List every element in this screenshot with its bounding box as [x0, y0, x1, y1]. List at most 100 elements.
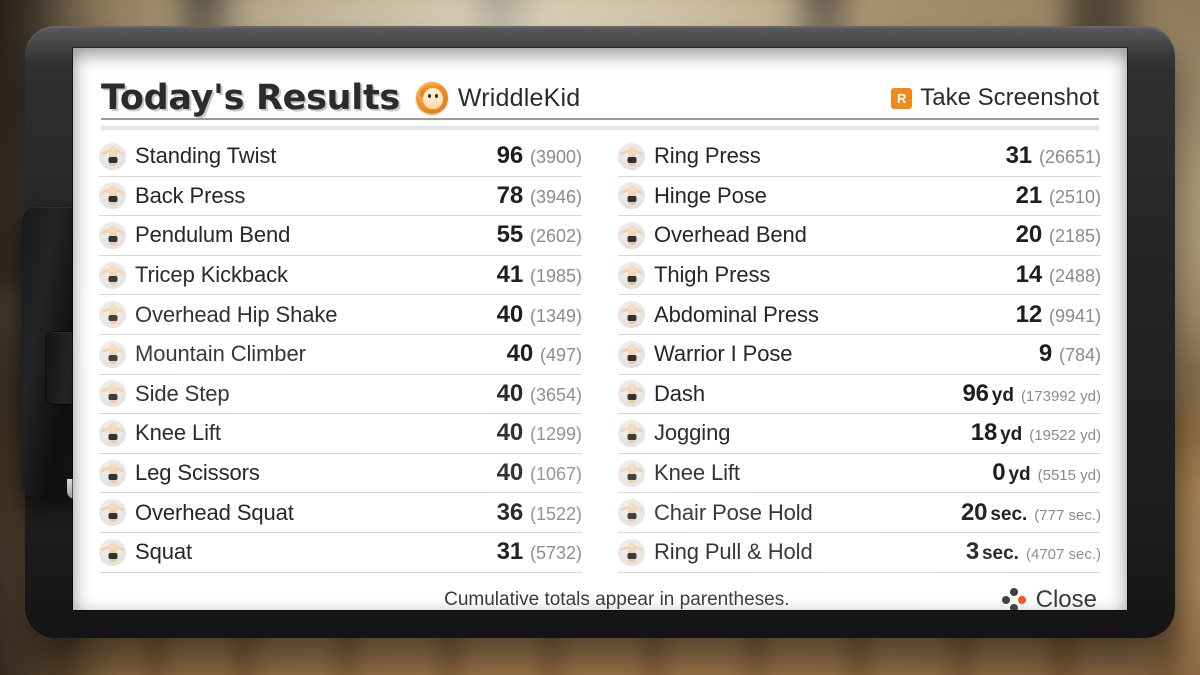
screen-header: Today's Results WriddleKid R Take Screen… [99, 48, 1101, 116]
exercise-name: Back Press [135, 182, 246, 208]
exercise-values: 18 yd (19522 yd) [971, 419, 1101, 447]
exercise-row: Standing Twist 96 (3900) [99, 137, 582, 177]
exercise-values: 40 (3654) [497, 380, 582, 408]
exercise-name: Dash [654, 380, 705, 406]
thumb-shorts [108, 156, 117, 163]
thumb-shorts [627, 433, 636, 440]
exercise-cumulative-total: (2510) [1048, 186, 1101, 207]
exercise-thumb-icon [99, 142, 126, 170]
user-avatar-icon [415, 82, 448, 114]
thumb-shorts [627, 394, 636, 401]
exercise-row: Side Step 40 (3654) [99, 375, 582, 415]
exercise-row: Mountain Climber 40 (497) [99, 335, 582, 375]
close-button[interactable]: Close [1001, 586, 1097, 610]
r-button-icon: R [891, 87, 913, 109]
footer-row: Cumulative totals appear in parentheses.… [99, 579, 1101, 610]
exercise-value: 12 [1015, 300, 1042, 328]
exercise-value: 3 [965, 538, 979, 566]
abxy-dot-a-highlight [1017, 595, 1026, 604]
exercise-value: 40 [506, 340, 533, 368]
exercise-name: Hinge Pose [654, 182, 767, 208]
results-column-left: Standing Twist 96 (3900) Back Press 78 (3946)… [99, 137, 600, 573]
exercise-cumulative-total: (4707 sec.) [1025, 546, 1101, 564]
thumb-shorts [627, 275, 636, 282]
exercise-row: Squat 31 (5732) [99, 533, 582, 573]
exercise-values: 36 (1522) [497, 499, 582, 527]
exercise-row: Warrior I Pose 9 (784) [618, 335, 1101, 375]
exercise-name: Jogging [654, 420, 731, 446]
exercise-thumb-icon [618, 499, 645, 527]
thumb-shorts [627, 156, 636, 163]
exercise-row: Chair Pose Hold 20 sec. (777 sec.) [618, 493, 1101, 533]
thumb-shorts [108, 354, 117, 361]
exercise-thumb-icon [618, 142, 645, 170]
thumb-shorts [108, 394, 117, 401]
exercise-unit: sec. [981, 543, 1019, 565]
exercise-value: 21 [1015, 181, 1042, 209]
thumb-shorts [108, 196, 117, 203]
exercise-thumb-icon [99, 221, 126, 249]
exercise-thumb-icon [99, 459, 126, 487]
exercise-value: 40 [496, 379, 523, 407]
exercise-row: Ring Pull & Hold 3 sec. (4707 sec.) [618, 533, 1101, 573]
take-screenshot-button[interactable]: R Take Screenshot [891, 84, 1099, 116]
exercise-cumulative-total: (497) [539, 345, 582, 366]
thumb-shorts [108, 513, 117, 520]
exercise-name: Tricep Kickback [135, 262, 288, 288]
exercise-value: 18 [970, 419, 998, 447]
exercise-values: 3 sec. (4707 sec.) [966, 538, 1101, 566]
exercise-values: 31 (5732) [497, 538, 582, 566]
thumb-shorts [627, 235, 636, 242]
exercise-cumulative-total: (1985) [529, 266, 582, 287]
exercise-value: 41 [496, 261, 523, 289]
exercise-row: Abdominal Press 12 (9941) [618, 295, 1101, 335]
exercise-row: Knee Lift 40 (1299) [99, 414, 582, 454]
abxy-dot-y [1001, 595, 1010, 604]
exercise-row: Pendulum Bend 55 (2602) [99, 216, 582, 256]
screenshot-stage: Today's Results WriddleKid R Take Screen… [0, 0, 1200, 675]
exercise-thumb-icon [618, 380, 645, 408]
exercise-values: 20 (2185) [1016, 221, 1101, 249]
exercise-value: 55 [496, 221, 523, 249]
exercise-row: Knee Lift 0 yd (5515 yd) [618, 454, 1101, 494]
exercise-cumulative-total: (3946) [529, 186, 582, 207]
thumb-shorts [627, 196, 636, 203]
thumb-shorts [108, 473, 117, 480]
thumb-shorts [108, 552, 117, 559]
exercise-name: Ring Press [654, 143, 761, 169]
exercise-value: 40 [496, 300, 523, 328]
exercise-name: Squat [135, 539, 192, 565]
exercise-value: 78 [496, 181, 523, 209]
exercise-thumb-icon [99, 380, 126, 408]
exercise-cumulative-total: (26651) [1038, 147, 1101, 168]
abxy-dot-x [1009, 587, 1018, 596]
thumb-shorts [108, 235, 117, 242]
exercise-thumb-icon [618, 261, 645, 289]
exercise-name: Knee Lift [135, 420, 221, 446]
exercise-cumulative-total: (2488) [1048, 266, 1101, 287]
exercise-thumb-icon [99, 419, 126, 447]
exercise-value: 40 [496, 459, 523, 487]
exercise-row: Leg Scissors 40 (1067) [99, 454, 582, 494]
exercise-name: Abdominal Press [654, 301, 819, 327]
thumb-shorts [627, 473, 636, 480]
exercise-values: 96 (3900) [497, 142, 582, 170]
exercise-values: 40 (1349) [497, 301, 582, 329]
exercise-cumulative-total: (2602) [529, 226, 582, 247]
exercise-name: Overhead Squat [135, 499, 294, 525]
exercise-values: 40 (1067) [497, 459, 582, 487]
exercise-value: 31 [1005, 142, 1032, 170]
exercise-row: Tricep Kickback 41 (1985) [99, 256, 582, 296]
exercise-row: Dash 96 yd (173992 yd) [618, 375, 1101, 415]
exercise-cumulative-total: (3900) [529, 147, 582, 168]
thumb-shorts [108, 315, 117, 322]
exercise-values: 31 (26651) [1006, 142, 1101, 170]
exercise-thumb-icon [99, 499, 126, 527]
exercise-name: Knee Lift [654, 460, 740, 486]
header-divider-secondary [101, 126, 1099, 130]
thumb-shorts [108, 275, 117, 282]
exercise-cumulative-total: (5732) [529, 543, 582, 564]
exercise-values: 20 sec. (777 sec.) [961, 499, 1101, 527]
exercise-value: 36 [496, 498, 523, 526]
exercise-thumb-icon [618, 221, 645, 249]
